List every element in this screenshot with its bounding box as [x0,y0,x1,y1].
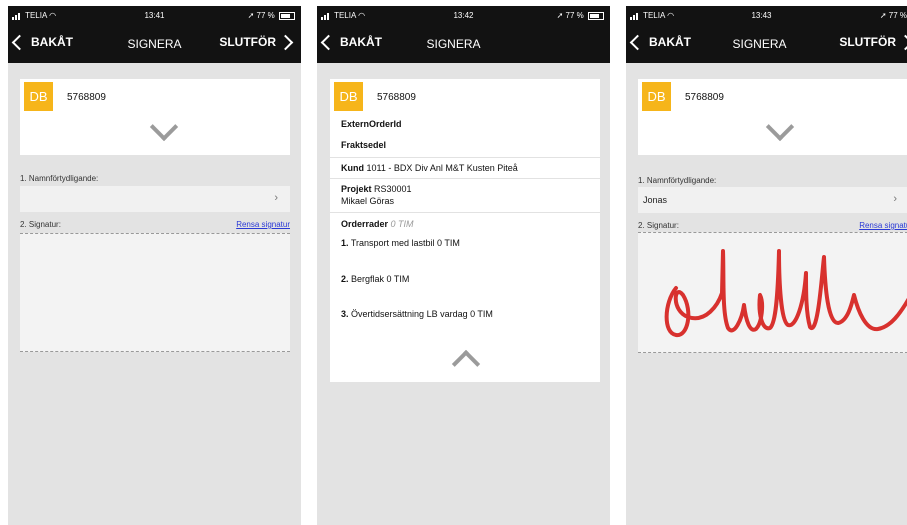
order-rows-label: Orderrader [341,219,389,229]
external-order-id: ExternOrderId [341,119,402,129]
signature-drawing [664,249,907,337]
customer-row: Kund 1011 - BDX Div Anl M&T Kusten Piteå [341,163,600,173]
location-icon: ➚ [556,11,564,20]
order-badge: DB [334,82,363,111]
chevron-up-icon[interactable] [451,349,481,379]
finish-button[interactable]: SLUTFÖR [219,34,294,50]
nav-bar: BAKÅT SIGNERA [317,26,610,63]
order-row: 1. Transport med lastbil 0 TIM [341,238,460,248]
clear-signature-link[interactable]: Rensa signatur [859,221,907,230]
order-rows-total: 0 TIM [390,219,414,229]
location-icon: ➚ [879,11,887,20]
name-label: 1. Namnförtydligande: [20,174,99,183]
nav-bar: BAKÅT SIGNERA SLUTFÖR [626,26,907,63]
page-title: SIGNERA [426,37,481,51]
signature-pad[interactable] [20,233,290,352]
waybill: Fraktsedel [341,140,387,150]
battery-percent: 77 % [888,11,907,20]
order-card[interactable]: DB 5768809 [20,79,290,155]
order-rows-header: Orderrader 0 TIM [341,219,600,229]
nav-bar: BAKÅT SIGNERA SLUTFÖR [8,26,301,63]
order-badge: DB [642,82,671,111]
chevron-down-icon[interactable] [765,112,795,142]
name-field[interactable]: › [20,186,290,212]
name-value: Jonas [643,195,668,205]
phone-screen-1: TELIA ◠ 13:41 ➚ 77 % BAKÅT SIGNERA SLUTF… [8,6,301,525]
chevron-right-icon: › [893,193,897,205]
finish-label: SLUTFÖR [839,35,896,49]
signature-label: 2. Signatur: [638,221,679,230]
name-label: 1. Namnförtydligande: [638,176,717,185]
signature-label: 2. Signatur: [20,220,61,229]
signature-pad[interactable] [638,232,907,353]
phone-screen-2: TELIA ◠ 13:42 ➚ 77 % BAKÅT SIGNERA DB 57… [317,6,610,525]
location-icon: ➚ [247,11,255,20]
finish-button[interactable]: SLUTFÖR [839,34,907,50]
project-row: Projekt RS30001 [341,184,600,194]
order-card[interactable]: DB 5768809 [638,79,907,155]
customer-label: Kund [341,163,364,173]
chevron-right-icon [897,34,907,50]
chevron-down-icon[interactable] [149,112,179,142]
chevron-right-icon: › [274,192,278,204]
battery-icon [279,11,295,20]
order-row: 3. Övertidsersättning LB vardag 0 TIM [341,309,493,319]
battery-percent: 77 % [256,11,275,20]
order-card-expanded[interactable]: DB 5768809 ExternOrderId Fraktsedel Kund… [330,79,600,382]
customer-value: 1011 - BDX Div Anl M&T Kusten Piteå [366,163,518,173]
divider [330,178,600,179]
project-label: Projekt [341,184,372,194]
order-row: 2. Bergflak 0 TIM [341,274,410,284]
divider [330,157,600,158]
battery-percent: 77 % [565,11,584,20]
divider [330,212,600,213]
project-value: RS30001 [374,184,412,194]
contact-name: Mikael Göras [341,196,395,206]
status-time: 13:43 [751,11,772,20]
status-bar: TELIA ◠ 13:42 ➚ 77 % [317,6,610,26]
battery-icon [588,11,604,20]
status-bar: TELIA ◠ 13:41 ➚ 77 % [8,6,301,26]
order-number: 5768809 [67,92,106,103]
clear-signature-link[interactable]: Rensa signatur [236,220,290,229]
order-badge: DB [24,82,53,111]
status-bar: TELIA ◠ 13:43 ➚ 77 % [626,6,907,26]
chevron-right-icon [277,34,294,50]
name-field[interactable]: Jonas › [638,187,907,213]
order-number: 5768809 [377,92,416,103]
order-number: 5768809 [685,92,724,103]
finish-label: SLUTFÖR [219,35,276,49]
phone-screen-3: TELIA ◠ 13:43 ➚ 77 % BAKÅT SIGNERA SLUTF… [626,6,907,525]
